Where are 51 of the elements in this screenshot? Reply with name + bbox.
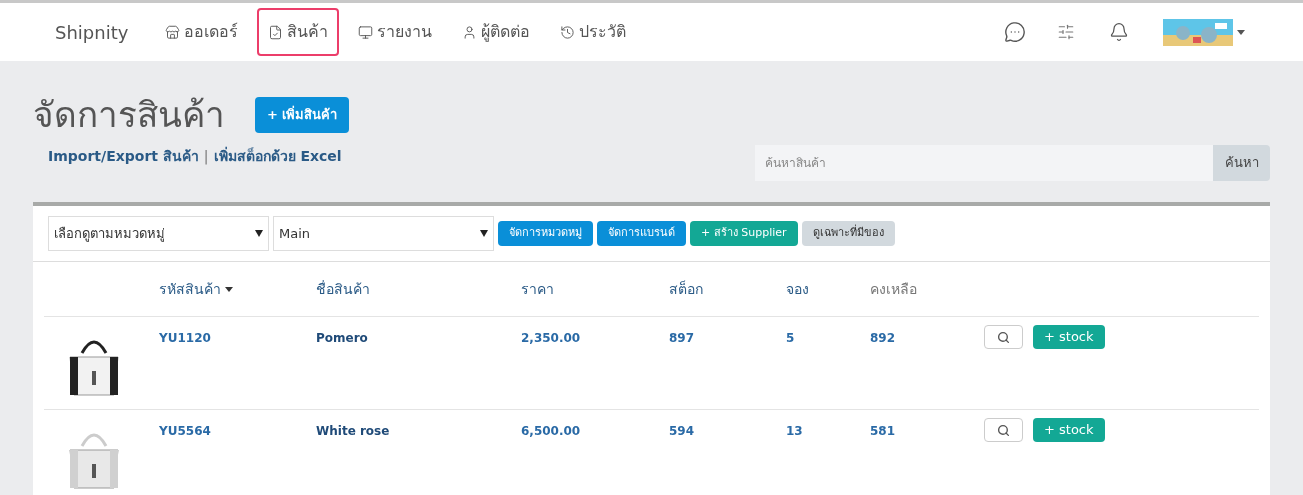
brand-logo[interactable]: Shipnity [55, 18, 129, 46]
column-header[interactable]: ราคา [521, 278, 554, 300]
search-button[interactable] [984, 418, 1023, 442]
search-button[interactable]: ค้นหา [1213, 145, 1270, 181]
chat-icon[interactable] [1004, 21, 1026, 43]
settings-icon[interactable] [1057, 23, 1075, 41]
filter-button[interactable]: ดูเฉพาะที่มีของ [801, 221, 895, 246]
table-cell: 594 [669, 424, 695, 438]
search-button[interactable] [984, 325, 1023, 349]
monitor-icon [358, 24, 374, 40]
table-cell: 581 [870, 424, 896, 438]
table-cell: Pomero [316, 331, 368, 345]
column-header[interactable]: ชื่อสินค้า [316, 278, 370, 300]
table-cell: 5 [786, 331, 795, 345]
table-cell: 892 [870, 331, 896, 345]
caret-icon [255, 230, 263, 237]
category-select[interactable]: Main [273, 216, 494, 251]
search-icon [997, 423, 1010, 437]
nav-item[interactable]: สินค้า [257, 8, 340, 56]
add-product-button[interactable]: + เพิ่มสินค้า [255, 97, 350, 133]
page-title: จัดการสินค้า [33, 97, 225, 133]
user-icon [462, 24, 478, 40]
column-header[interactable]: รหัสสินค้า [159, 278, 233, 300]
nav-item[interactable]: ออเดอร์ [154, 8, 250, 56]
table-cell: 897 [669, 331, 695, 345]
notification-icon[interactable] [1109, 22, 1129, 42]
caret-icon [480, 230, 488, 237]
table-cell: White rose [316, 424, 390, 438]
table-cell: YU1120 [159, 331, 211, 345]
search-field[interactable]: ค้นหาสินค้า [755, 145, 1213, 181]
document-icon [268, 24, 284, 40]
excel-stock-link[interactable]: เพิ่มสต็อกด้วย Excel [213, 146, 342, 167]
filter-button[interactable]: จัดการหมวดหมู่ [498, 221, 593, 246]
nav-item[interactable]: ผู้ติดต่อ [451, 8, 542, 56]
table-cell: 2,350.00 [521, 331, 581, 345]
column-header[interactable]: สต็อก [669, 278, 703, 300]
link-separator: | [203, 147, 209, 167]
column-header[interactable]: คงเหลือ [870, 278, 917, 300]
import-export-link[interactable]: Import/Export สินค้า [48, 146, 199, 167]
store-icon [165, 24, 181, 40]
column-header[interactable]: จอง [786, 278, 809, 300]
table-cell: YU5564 [159, 424, 211, 438]
nav-item[interactable]: ประวัติ [549, 8, 638, 56]
history-icon [560, 24, 576, 40]
table-cell: 13 [786, 424, 803, 438]
filter-button[interactable]: จัดการแบรนด์ [597, 221, 686, 246]
search-icon [997, 330, 1010, 344]
nav-item[interactable]: รายงาน [347, 8, 444, 56]
caret-icon[interactable] [1237, 29, 1245, 35]
table-cell: 6,500.00 [521, 424, 581, 438]
category-select[interactable]: เลือกดูตามหมวดหมู่ [48, 216, 269, 251]
